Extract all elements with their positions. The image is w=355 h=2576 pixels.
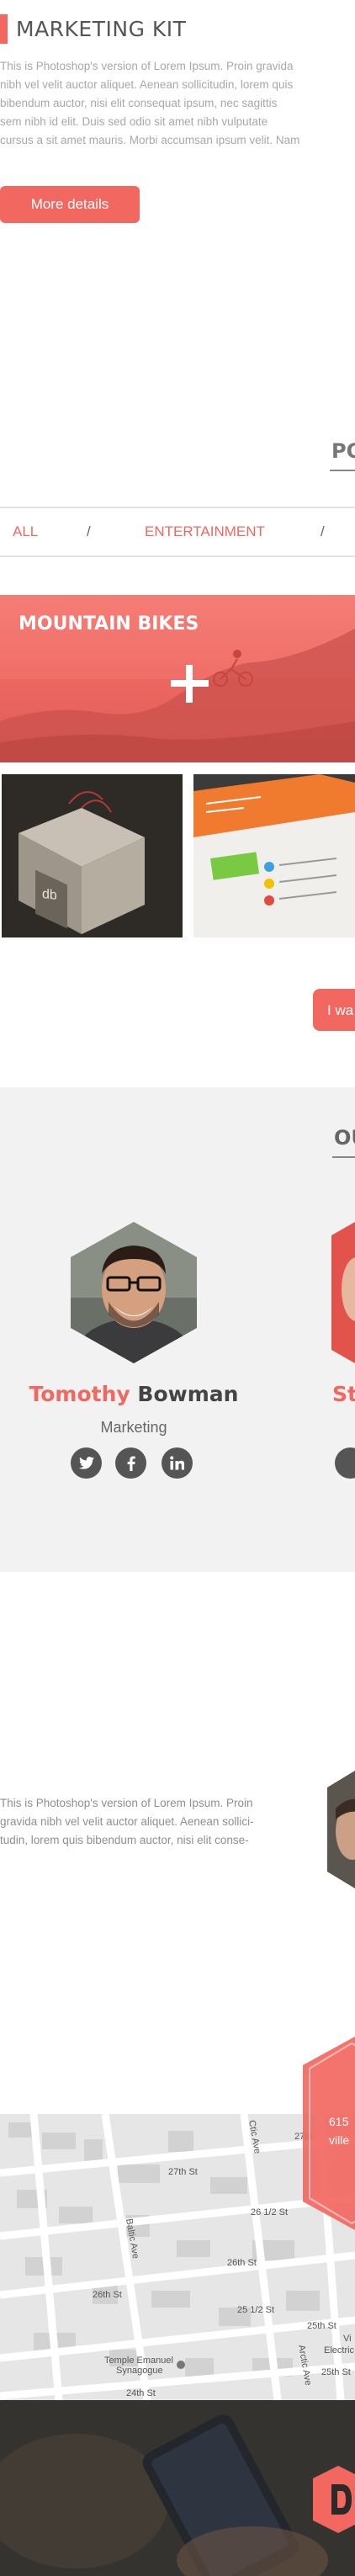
- svg-text:db: db: [42, 886, 57, 903]
- footer-section: [0, 2400, 355, 2576]
- section-accent-bar: [0, 14, 8, 44]
- svg-text:25 1/2 St: 25 1/2 St: [237, 2305, 274, 2315]
- testimonial-line: This is Photoshop's version of Lorem Ips…: [0, 1797, 253, 1809]
- testimonial-avatar: [327, 1771, 355, 1888]
- address-line: ville: [329, 2133, 350, 2147]
- marketing-kit-title: MARKETING KIT: [16, 17, 187, 41]
- svg-text:25th St: 25th St: [321, 2367, 351, 2377]
- member-last-name: Bowman: [137, 1382, 239, 1406]
- filter-all[interactable]: ALL: [13, 523, 38, 540]
- testimonial-line: gravida nibh vel velit auctor aliquet. A…: [0, 1815, 254, 1828]
- description-line: sem nibh id elit. Duis sed odio sit amet…: [0, 115, 268, 128]
- description-line: nibh vel velit auctor aliquet. Aenean so…: [0, 78, 294, 91]
- filter-separator: /: [321, 523, 325, 539]
- svg-text:Temple Emanuel: Temple Emanuel: [104, 2356, 173, 2366]
- map-graphic: 27th St 27th 26 1/2 St 26th St 26th St 2…: [0, 2114, 355, 2400]
- portfolio-item-mountain-bikes[interactable]: MOUNTAIN BIKES: [0, 595, 355, 762]
- svg-text:26th St: 26th St: [227, 2258, 257, 2268]
- footer-photo: [0, 2400, 355, 2576]
- testimonial-text: This is Photoshop's version of Lorem Ips…: [0, 1794, 278, 1850]
- plus-icon[interactable]: [186, 665, 193, 703]
- team-title: OU: [334, 1126, 355, 1150]
- member-avatar: [331, 1222, 355, 1363]
- facebook-icon[interactable]: [115, 1447, 146, 1479]
- svg-text:Synagogue: Synagogue: [116, 2366, 163, 2376]
- member-role: Marketing: [100, 1419, 167, 1436]
- address-line: 615: [329, 2115, 349, 2128]
- description-line: This is Photoshop's version of Lorem Ips…: [0, 60, 294, 72]
- business-cards-photo: [193, 774, 355, 937]
- twitter-icon[interactable]: [71, 1447, 102, 1479]
- description-line: cursus a sit amet mauris. Morbi accumsan…: [0, 134, 300, 146]
- title-underline: [330, 470, 355, 471]
- contact-address: 615 ville: [329, 2112, 349, 2149]
- location-map[interactable]: 27th St 27th 26 1/2 St 26th St 26th St 2…: [0, 2114, 355, 2400]
- svg-text:27th St: 27th St: [168, 2167, 198, 2177]
- svg-text:Vi: Vi: [343, 2334, 352, 2344]
- filter-entertainment[interactable]: ENTERTAINMENT: [145, 523, 265, 540]
- member-first-name: Tomothy: [29, 1382, 130, 1406]
- member-avatar: [71, 1222, 197, 1363]
- linkedin-icon[interactable]: [162, 1447, 193, 1479]
- svg-text:26th St: 26th St: [93, 2290, 122, 2300]
- filter-separator: /: [87, 523, 91, 539]
- portfolio-title: PO: [331, 439, 355, 463]
- more-details-button[interactable]: More details: [0, 186, 140, 223]
- svg-text:26 1/2 St: 26 1/2 St: [251, 2207, 288, 2217]
- testimonial-line: tudin, lorem quis bibendum auctor, nisi …: [0, 1834, 249, 1846]
- member-name: Tomothy Bowman: [0, 1382, 268, 1406]
- divider: [0, 555, 355, 557]
- portfolio-item-label: MOUNTAIN BIKES: [19, 613, 199, 635]
- portfolio-item-business-cards[interactable]: [193, 774, 355, 937]
- logo-icon[interactable]: [313, 2466, 355, 2533]
- divider: [0, 507, 355, 508]
- marketing-kit-description: This is Photoshop's version of Lorem Ips…: [0, 57, 332, 150]
- title-underline: [332, 1156, 355, 1158]
- member-first-name: St: [332, 1382, 355, 1406]
- portfolio-item-gift-box[interactable]: db: [2, 774, 183, 937]
- gift-box-photo: db: [2, 774, 183, 937]
- svg-text:Electric: Electric: [324, 2345, 355, 2356]
- cta-button[interactable]: I wa: [313, 989, 355, 1031]
- svg-text:25th St: 25th St: [307, 2321, 336, 2331]
- svg-text:24th St: 24th St: [126, 2388, 156, 2398]
- description-line: bibendum auctor, nisi elit consequat ips…: [0, 97, 278, 109]
